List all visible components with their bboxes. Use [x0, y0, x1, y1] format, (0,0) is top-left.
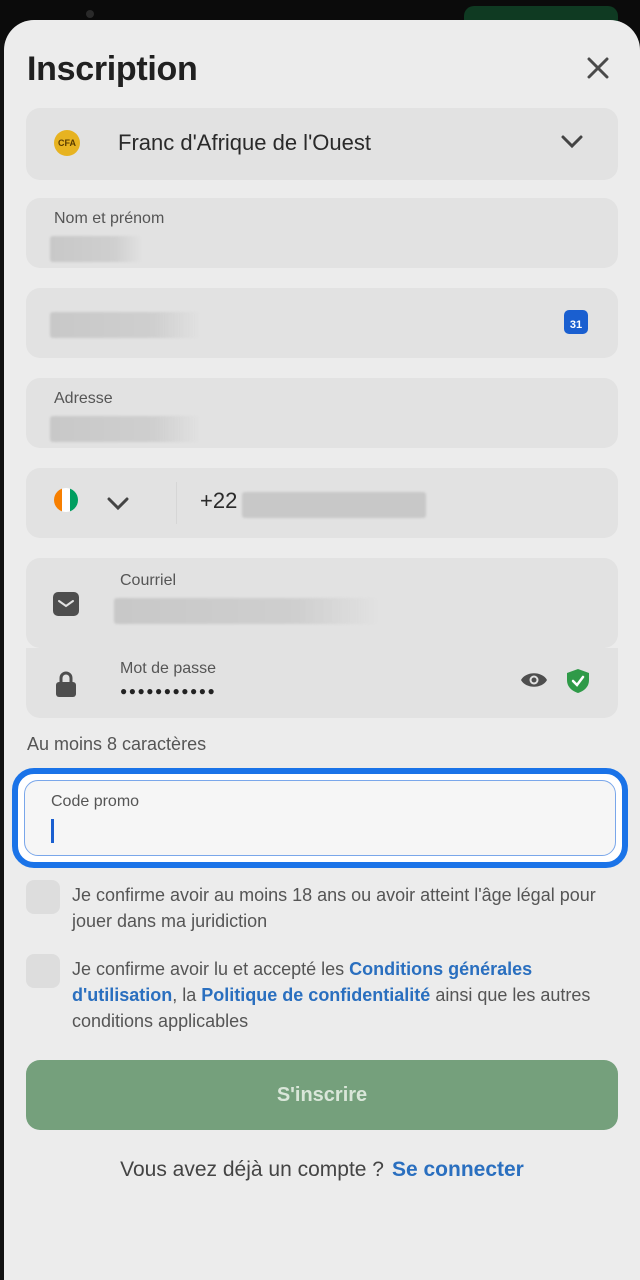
privacy-link[interactable]: Politique de confidentialité [201, 985, 430, 1005]
password-label: Mot de passe [120, 660, 217, 677]
phone-prefix: +22 [200, 488, 238, 513]
email-field[interactable]: Courriel [26, 558, 618, 648]
terms-consent-checkbox[interactable] [26, 954, 60, 988]
age-consent-text: Je confirme avoir au moins 18 ans ou avo… [72, 885, 596, 931]
age-consent-checkbox[interactable] [26, 880, 60, 914]
page-title: Inscription [27, 50, 198, 88]
eye-icon[interactable] [520, 670, 548, 695]
currency-label: Franc d'Afrique de l'Ouest [118, 130, 371, 155]
submit-button[interactable]: S'inscrire [26, 1060, 618, 1130]
address-value-redacted [50, 416, 200, 442]
login-prompt: Vous avez déjà un compte ? Se connecter [4, 1158, 640, 1182]
birthdate-field[interactable]: 31 [26, 288, 618, 358]
phone-value-redacted [242, 492, 426, 518]
close-icon[interactable] [580, 50, 616, 86]
email-value-redacted [114, 598, 378, 624]
phone-field[interactable]: +22 [26, 468, 618, 538]
registration-sheet: Inscription CFA Franc d'Afrique de l'Oue… [4, 20, 640, 1280]
country-chevron-down-icon[interactable] [106, 496, 130, 512]
currency-select[interactable]: CFA Franc d'Afrique de l'Ouest [26, 108, 618, 180]
calendar-icon[interactable]: 31 [564, 310, 588, 334]
password-hint: Au moins 8 caractères [27, 734, 207, 754]
full-name-field[interactable]: Nom et prénom [26, 198, 618, 268]
full-name-label: Nom et prénom [54, 210, 165, 227]
full-name-value-redacted [50, 236, 142, 262]
promo-code-highlight: Code promo [12, 768, 628, 868]
address-field[interactable]: Adresse [26, 378, 618, 448]
promo-code-label: Code promo [51, 793, 140, 810]
text-caret [51, 819, 54, 843]
password-field[interactable]: Mot de passe ●●●●●●●●●●● [26, 648, 618, 718]
birthdate-value-redacted [50, 312, 200, 338]
email-label: Courriel [120, 572, 177, 589]
promo-code-input[interactable]: Code promo [24, 780, 616, 856]
login-link[interactable]: Se connecter [392, 1158, 524, 1181]
calendar-day: 31 [569, 319, 583, 331]
ivory-coast-flag-icon[interactable] [54, 488, 78, 512]
envelope-icon [52, 590, 80, 618]
currency-badge-icon: CFA [54, 130, 80, 156]
terms-consent-text: Je confirme avoir lu et accepté les Cond… [72, 956, 612, 1034]
shield-check-icon [566, 668, 590, 699]
lock-icon [52, 670, 80, 698]
terms-prefix: Je confirme avoir lu et accepté les [72, 959, 350, 979]
password-mask: ●●●●●●●●●●● [120, 684, 217, 698]
login-question: Vous avez déjà un compte ? [120, 1158, 384, 1181]
terms-mid: , la [172, 985, 202, 1005]
phone-divider [176, 482, 177, 524]
camera-dot [86, 10, 94, 18]
chevron-down-icon [561, 135, 583, 149]
address-label: Adresse [54, 390, 113, 407]
